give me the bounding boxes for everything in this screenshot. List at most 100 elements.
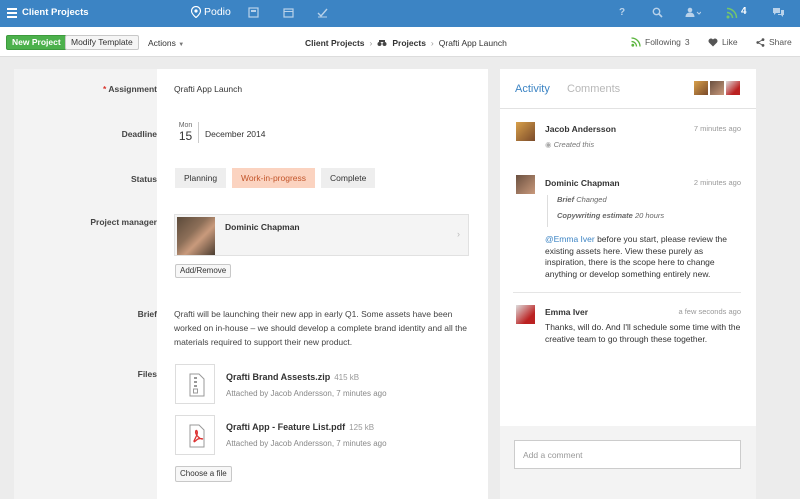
activity-author[interactable]: Dominic Chapman (545, 178, 620, 188)
podio-logo-icon (191, 6, 201, 18)
file-size: 125 kB (349, 423, 375, 432)
mention-link[interactable]: @Emma Iver (545, 234, 595, 244)
activity-time: a few seconds ago (678, 307, 741, 316)
following-label: Following (645, 37, 681, 47)
following-button[interactable]: Following 3 (631, 37, 690, 47)
actions-dropdown[interactable]: Actions ▼ (148, 38, 184, 48)
podio-logo[interactable]: Podio (191, 6, 231, 18)
actions-label: Actions (148, 38, 176, 48)
avatar[interactable] (516, 305, 535, 324)
new-project-button[interactable]: New Project (6, 35, 67, 50)
change-text: Changed (576, 195, 607, 204)
share-icon (756, 37, 765, 47)
tab-comments[interactable]: Comments (567, 83, 620, 95)
breadcrumb-item: Qrafti App Launch (438, 38, 507, 48)
status-option-planning[interactable]: Planning (175, 168, 227, 188)
tasks-icon[interactable] (317, 7, 328, 18)
calendar-icon[interactable] (283, 7, 294, 18)
activity-panel: Activity Comments Jacob Andersson 7 minu… (500, 69, 756, 499)
activity-line: ◉ Created this (545, 140, 594, 149)
following-count: 3 (684, 37, 690, 47)
divider (513, 292, 741, 293)
activity-time: 2 minutes ago (693, 178, 741, 187)
brief-text[interactable]: Qrafti will be launching their new app i… (174, 307, 474, 349)
notifications-icon[interactable] (726, 7, 738, 19)
pdf-file-icon[interactable] (175, 415, 215, 455)
files-label: Files (137, 369, 157, 379)
status-option-complete[interactable]: Complete (321, 168, 376, 188)
deadline-month: December 2014 (205, 129, 266, 139)
comment-text: Thanks, will do. And I'll schedule some … (545, 322, 741, 344)
chat-icon[interactable] (772, 7, 785, 18)
activity-author[interactable]: Emma Iver (545, 307, 588, 317)
change-field: Brief (557, 195, 575, 204)
comment-text: @Emma Iver before you start, please revi… (545, 234, 745, 280)
participant-avatar[interactable] (726, 81, 740, 95)
file-meta: Attached by Jacob Andersson, 7 minutes a… (226, 389, 387, 398)
avatar[interactable] (516, 122, 535, 141)
project-manager-card[interactable]: Dominic Chapman › (174, 214, 469, 256)
field-label-column: * Assignment Deadline Status Project man… (14, 69, 157, 499)
top-bar: Client Projects Podio ? 4 (0, 0, 800, 27)
modify-template-button[interactable]: Modify Template (65, 35, 139, 50)
logo-text: Podio (204, 6, 231, 18)
participant-avatar[interactable] (694, 81, 708, 95)
share-label: Share (769, 37, 792, 47)
menu-icon[interactable] (7, 8, 17, 18)
like-label: Like (722, 37, 738, 47)
change-summary: Brief Changed Copywriting estimate 20 ho… (547, 195, 664, 227)
breadcrumb: Client Projects › Projects › Qrafti App … (305, 38, 507, 48)
deadline-label: Deadline (121, 129, 157, 139)
participant-avatar[interactable] (710, 81, 724, 95)
deadline-weekday: Mon (178, 122, 193, 129)
app-icon (377, 40, 387, 46)
file-meta: Attached by Jacob Andersson, 7 minutes a… (226, 439, 387, 448)
activity-tabs: Activity Comments (500, 69, 756, 109)
contacts-icon[interactable] (685, 7, 701, 18)
heart-icon (708, 38, 718, 46)
brief-label: Brief (137, 309, 157, 319)
chevron-right-icon: › (430, 38, 434, 48)
like-button[interactable]: Like (708, 37, 738, 47)
created-icon: ◉ (545, 140, 552, 149)
file-link[interactable]: Qrafti App - Feature List.pdf 125 kB (226, 422, 374, 432)
deadline-day: 15 (178, 129, 193, 143)
deadline-value[interactable]: Mon 15 December 2014 (177, 122, 265, 143)
item-fields-panel: * Assignment Deadline Status Project man… (14, 69, 488, 499)
project-manager-name: Dominic Chapman (225, 222, 300, 232)
file-size: 415 kB (334, 373, 360, 382)
avatar[interactable] (516, 175, 535, 194)
assignment-label: * Assignment (27, 84, 157, 94)
chevron-right-icon: › (457, 229, 460, 239)
share-button[interactable]: Share (756, 37, 792, 47)
avatar (177, 217, 215, 255)
add-remove-button[interactable]: Add/Remove (175, 264, 232, 278)
assignment-label-text: Assignment (108, 84, 157, 94)
date-badge: Mon 15 (177, 122, 199, 143)
change-estimate: Copywriting estimate 20 hours (557, 211, 664, 220)
change-brief: Brief Changed (557, 195, 664, 204)
file-name: Qrafti App - Feature List.pdf (226, 422, 346, 432)
zip-file-icon[interactable] (175, 364, 215, 404)
breadcrumb-app[interactable]: Projects (392, 38, 426, 48)
activity-author[interactable]: Jacob Andersson (545, 124, 616, 134)
tab-activity[interactable]: Activity (515, 83, 550, 95)
project-manager-label: Project manager (90, 217, 157, 227)
activity-line-text: Created this (553, 140, 595, 149)
comment-input[interactable]: Add a comment (514, 440, 741, 469)
comment-area: Add a comment (500, 426, 756, 499)
search-icon[interactable] (652, 7, 663, 18)
action-bar: New Project Modify Template Actions ▼ Cl… (0, 27, 800, 57)
file-link[interactable]: Qrafti Brand Assests.zip 415 kB (226, 372, 359, 382)
file-name: Qrafti Brand Assests.zip (226, 372, 331, 382)
choose-file-button[interactable]: Choose a file (175, 466, 232, 482)
breadcrumb-workspace[interactable]: Client Projects (305, 38, 365, 48)
workspace-name[interactable]: Client Projects (22, 7, 89, 18)
help-icon[interactable]: ? (619, 7, 625, 18)
apps-icon[interactable] (248, 7, 259, 18)
status-label: Status (131, 174, 157, 184)
change-text: 20 hours (634, 211, 665, 220)
assignment-value[interactable]: Qrafti App Launch (174, 84, 242, 94)
status-option-work-in-progress[interactable]: Work-in-progress (232, 168, 316, 188)
chevron-down-icon: ▼ (178, 42, 185, 48)
